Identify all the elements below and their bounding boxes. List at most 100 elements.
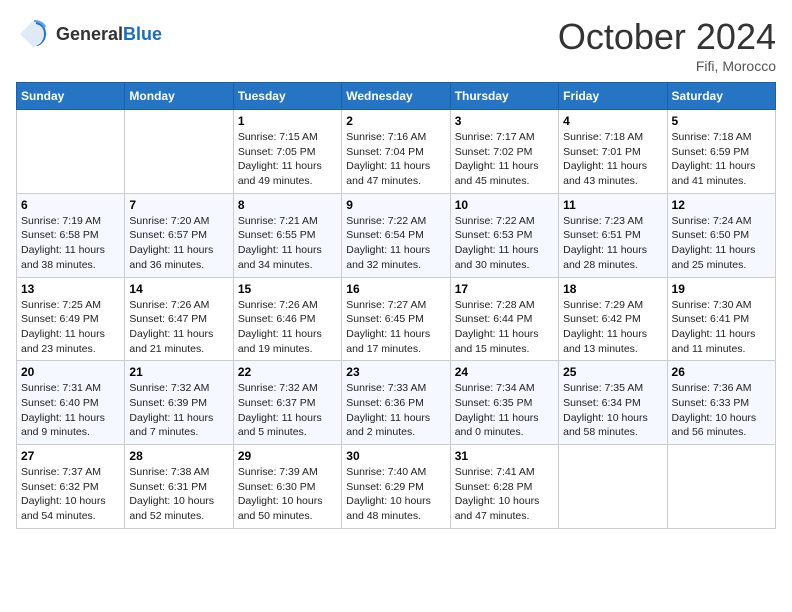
day-details: Sunrise: 7:18 AMSunset: 6:59 PMDaylight:… — [672, 130, 771, 189]
calendar-cell: 10 Sunrise: 7:22 AMSunset: 6:53 PMDayligh… — [450, 193, 558, 277]
day-details: Sunrise: 7:26 AMSunset: 6:47 PMDaylight:… — [129, 298, 228, 357]
day-number: 16 — [346, 282, 445, 296]
calendar-cell — [17, 110, 125, 194]
calendar-week-3: 13 Sunrise: 7:25 AMSunset: 6:49 PMDayligh… — [17, 277, 776, 361]
calendar-cell: 9 Sunrise: 7:22 AMSunset: 6:54 PMDaylight… — [342, 193, 450, 277]
page-header: General Blue October 2024 Fifi, Morocco — [16, 16, 776, 74]
day-details: Sunrise: 7:23 AMSunset: 6:51 PMDaylight:… — [563, 214, 662, 273]
day-number: 23 — [346, 365, 445, 379]
calendar-cell: 17Sunrise: 7:28 AMSunset: 6:44 PMDayligh… — [450, 277, 558, 361]
calendar-cell: 18 Sunrise: 7:29 AMSunset: 6:42 PMDayligh… — [559, 277, 667, 361]
col-header-thursday: Thursday — [450, 83, 558, 110]
calendar-week-2: 6 Sunrise: 7:19 AMSunset: 6:58 PMDaylight… — [17, 193, 776, 277]
calendar-week-5: 27Sunrise: 7:37 AMSunset: 6:32 PMDayligh… — [17, 445, 776, 529]
col-header-sunday: Sunday — [17, 83, 125, 110]
logo-wordmark: General Blue — [56, 24, 162, 45]
day-number: 29 — [238, 449, 337, 463]
calendar-cell: 25 Sunrise: 7:35 AMSunset: 6:34 PMDayligh… — [559, 361, 667, 445]
calendar-cell: 28 Sunrise: 7:38 AMSunset: 6:31 PMDayligh… — [125, 445, 233, 529]
day-details: Sunrise: 7:29 AMSunset: 6:42 PMDaylight:… — [563, 298, 662, 357]
day-details: Sunrise: 7:16 AMSunset: 7:04 PMDaylight:… — [346, 130, 445, 189]
day-number: 24 — [455, 365, 554, 379]
day-number: 1 — [238, 114, 337, 128]
calendar-cell: 11 Sunrise: 7:23 AMSunset: 6:51 PMDayligh… — [559, 193, 667, 277]
day-number: 2 — [346, 114, 445, 128]
day-number: 25 — [563, 365, 662, 379]
logo-icon — [16, 16, 52, 52]
day-number: 30 — [346, 449, 445, 463]
location: Fifi, Morocco — [558, 58, 776, 74]
calendar-cell: 14 Sunrise: 7:26 AMSunset: 6:47 PMDayligh… — [125, 277, 233, 361]
calendar-cell — [559, 445, 667, 529]
day-details: Sunrise: 7:30 AMSunset: 6:41 PMDaylight:… — [672, 298, 771, 357]
day-details: Sunrise: 7:38 AMSunset: 6:31 PMDaylight:… — [129, 465, 228, 524]
calendar-cell — [125, 110, 233, 194]
col-header-saturday: Saturday — [667, 83, 775, 110]
calendar-week-1: 1 Sunrise: 7:15 AMSunset: 7:05 PMDaylight… — [17, 110, 776, 194]
calendar-cell: 27Sunrise: 7:37 AMSunset: 6:32 PMDayligh… — [17, 445, 125, 529]
day-details: Sunrise: 7:26 AMSunset: 6:46 PMDaylight:… — [238, 298, 337, 357]
logo-general: General — [56, 24, 123, 45]
day-details: Sunrise: 7:39 AMSunset: 6:30 PMDaylight:… — [238, 465, 337, 524]
day-details: Sunrise: 7:32 AMSunset: 6:39 PMDaylight:… — [129, 381, 228, 440]
day-details: Sunrise: 7:37 AMSunset: 6:32 PMDaylight:… — [21, 465, 120, 524]
day-details: Sunrise: 7:31 AMSunset: 6:40 PMDaylight:… — [21, 381, 120, 440]
day-details: Sunrise: 7:40 AMSunset: 6:29 PMDaylight:… — [346, 465, 445, 524]
day-details: Sunrise: 7:15 AMSunset: 7:05 PMDaylight:… — [238, 130, 337, 189]
calendar-cell: 6 Sunrise: 7:19 AMSunset: 6:58 PMDaylight… — [17, 193, 125, 277]
day-details: Sunrise: 7:35 AMSunset: 6:34 PMDaylight:… — [563, 381, 662, 440]
day-number: 13 — [21, 282, 120, 296]
calendar-cell: 23 Sunrise: 7:33 AMSunset: 6:36 PMDayligh… — [342, 361, 450, 445]
day-details: Sunrise: 7:22 AMSunset: 6:53 PMDaylight:… — [455, 214, 554, 273]
col-header-friday: Friday — [559, 83, 667, 110]
day-number: 7 — [129, 198, 228, 212]
day-details: Sunrise: 7:18 AMSunset: 7:01 PMDaylight:… — [563, 130, 662, 189]
calendar-cell: 4 Sunrise: 7:18 AMSunset: 7:01 PMDaylight… — [559, 110, 667, 194]
calendar-cell: 15 Sunrise: 7:26 AMSunset: 6:46 PMDayligh… — [233, 277, 341, 361]
day-number: 15 — [238, 282, 337, 296]
calendar-cell: 26Sunrise: 7:36 AMSunset: 6:33 PMDayligh… — [667, 361, 775, 445]
calendar-cell: 8Sunrise: 7:21 AMSunset: 6:55 PMDaylight… — [233, 193, 341, 277]
day-number: 18 — [563, 282, 662, 296]
day-number: 20 — [21, 365, 120, 379]
day-number: 4 — [563, 114, 662, 128]
day-number: 31 — [455, 449, 554, 463]
day-details: Sunrise: 7:20 AMSunset: 6:57 PMDaylight:… — [129, 214, 228, 273]
calendar-cell — [667, 445, 775, 529]
calendar-week-4: 20 Sunrise: 7:31 AMSunset: 6:40 PMDayligh… — [17, 361, 776, 445]
day-details: Sunrise: 7:33 AMSunset: 6:36 PMDaylight:… — [346, 381, 445, 440]
day-details: Sunrise: 7:19 AMSunset: 6:58 PMDaylight:… — [21, 214, 120, 273]
logo: General Blue — [16, 16, 162, 52]
calendar-cell: 12Sunrise: 7:24 AMSunset: 6:50 PMDayligh… — [667, 193, 775, 277]
calendar-cell: 2 Sunrise: 7:16 AMSunset: 7:04 PMDaylight… — [342, 110, 450, 194]
calendar-cell: 31 Sunrise: 7:41 AMSunset: 6:28 PMDayligh… — [450, 445, 558, 529]
calendar-table: SundayMondayTuesdayWednesdayThursdayFrid… — [16, 82, 776, 529]
logo-blue: Blue — [123, 24, 162, 45]
day-details: Sunrise: 7:25 AMSunset: 6:49 PMDaylight:… — [21, 298, 120, 357]
day-number: 9 — [346, 198, 445, 212]
day-details: Sunrise: 7:41 AMSunset: 6:28 PMDaylight:… — [455, 465, 554, 524]
day-number: 10 — [455, 198, 554, 212]
month-title: October 2024 — [558, 16, 776, 58]
day-details: Sunrise: 7:22 AMSunset: 6:54 PMDaylight:… — [346, 214, 445, 273]
day-details: Sunrise: 7:34 AMSunset: 6:35 PMDaylight:… — [455, 381, 554, 440]
calendar-cell: 16 Sunrise: 7:27 AMSunset: 6:45 PMDayligh… — [342, 277, 450, 361]
calendar-cell: 3 Sunrise: 7:17 AMSunset: 7:02 PMDaylight… — [450, 110, 558, 194]
col-header-wednesday: Wednesday — [342, 83, 450, 110]
calendar-cell: 29 Sunrise: 7:39 AMSunset: 6:30 PMDayligh… — [233, 445, 341, 529]
day-details: Sunrise: 7:27 AMSunset: 6:45 PMDaylight:… — [346, 298, 445, 357]
day-number: 21 — [129, 365, 228, 379]
title-block: October 2024 Fifi, Morocco — [558, 16, 776, 74]
day-number: 28 — [129, 449, 228, 463]
day-number: 6 — [21, 198, 120, 212]
calendar-cell: 13 Sunrise: 7:25 AMSunset: 6:49 PMDayligh… — [17, 277, 125, 361]
day-details: Sunrise: 7:17 AMSunset: 7:02 PMDaylight:… — [455, 130, 554, 189]
day-number: 8 — [238, 198, 337, 212]
day-number: 14 — [129, 282, 228, 296]
day-details: Sunrise: 7:36 AMSunset: 6:33 PMDaylight:… — [672, 381, 771, 440]
day-number: 3 — [455, 114, 554, 128]
day-number: 11 — [563, 198, 662, 212]
day-number: 17 — [455, 282, 554, 296]
calendar-cell: 21 Sunrise: 7:32 AMSunset: 6:39 PMDayligh… — [125, 361, 233, 445]
day-details: Sunrise: 7:24 AMSunset: 6:50 PMDaylight:… — [672, 214, 771, 273]
